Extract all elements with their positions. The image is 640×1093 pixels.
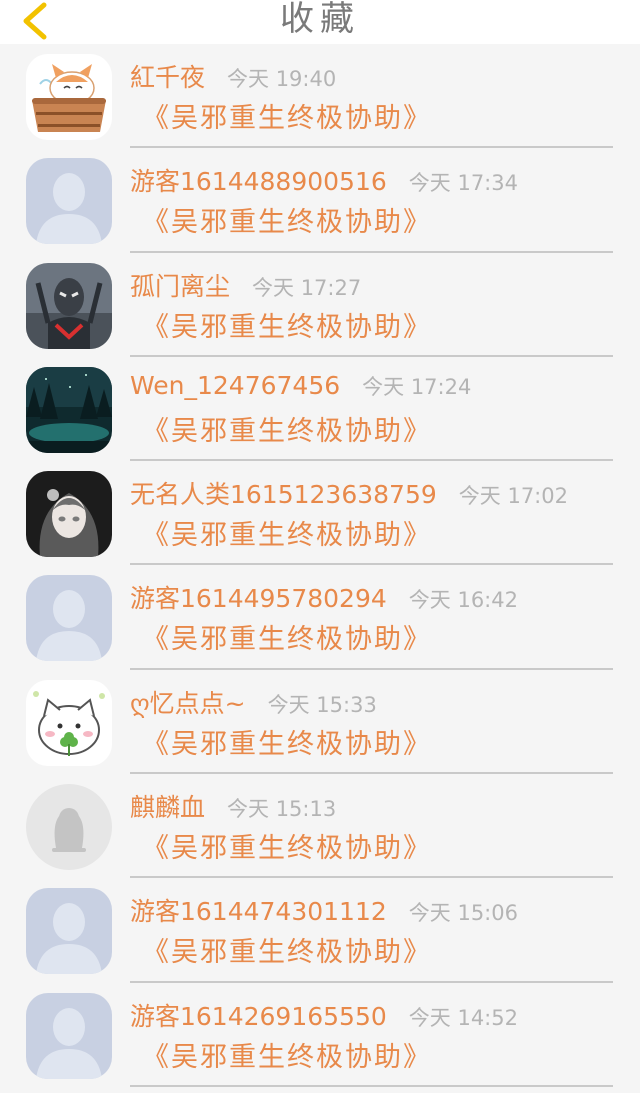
default-user-avatar	[26, 575, 112, 662]
list-item[interactable]: 孤门离尘 今天 17:27 《吴邪重生终极协助》	[0, 253, 640, 357]
penguin-default-avatar	[26, 784, 112, 871]
item-meta: 麒麟血 今天 15:13	[130, 788, 336, 824]
user-name: 游客1614495780294	[130, 584, 387, 614]
item-meta: 游客1614474301112 今天 15:06	[130, 892, 518, 928]
user-name: 紅千夜	[130, 63, 206, 92]
page-title: 收藏	[280, 0, 360, 39]
book-title: 《吴邪重生终极协助》	[142, 415, 432, 447]
cat-in-tub-avatar	[26, 54, 112, 140]
timestamp: 今天 17:24	[362, 374, 472, 399]
user-name: ღ忆点点~	[130, 688, 246, 718]
list-item[interactable]: 麒麟血 今天 15:13 《吴邪重生终极协助》	[0, 774, 640, 879]
book-title: 《吴邪重生终极协助》	[142, 728, 432, 760]
item-meta: 游客1614488900516 今天 17:34	[130, 162, 518, 198]
timestamp: 今天 19:40	[227, 67, 337, 91]
user-name: 游客1614269165550	[130, 1001, 387, 1031]
list-item[interactable]: 游客1614488900516 今天 17:34 《吴邪重生终极协助》	[0, 148, 640, 253]
timestamp: 今天 15:06	[408, 901, 518, 926]
book-title: 《吴邪重生终极协助》	[142, 103, 432, 134]
timestamp: 今天 17:27	[252, 275, 362, 300]
book-title: 《吴邪重生终极协助》	[142, 1041, 432, 1073]
list-item[interactable]: 紅千夜 今天 19:40 《吴邪重生终极协助》	[0, 44, 640, 149]
timestamp: 今天 15:33	[267, 692, 377, 717]
user-name: 麒麟血	[130, 793, 206, 823]
timestamp: 今天 15:13	[227, 797, 337, 822]
timestamp: 今天 17:34	[408, 171, 518, 196]
user-name: 游客1614488900516	[130, 167, 387, 197]
book-title: 《吴邪重生终极协助》	[142, 520, 432, 552]
book-title: 《吴邪重生终极协助》	[142, 833, 432, 865]
default-user-avatar	[26, 158, 112, 245]
item-meta: 孤门离尘 今天 17:27	[130, 267, 361, 303]
timestamp: 今天 14:52	[408, 1005, 518, 1030]
default-user-avatar	[26, 888, 112, 975]
item-meta: Wen_124767456 今天 17:24	[130, 371, 471, 401]
book-title: 《吴邪重生终极协助》	[142, 311, 432, 343]
item-meta: 游客1614269165550 今天 14:52	[130, 997, 518, 1033]
item-meta: 无名人类1615123638759 今天 17:02	[130, 475, 568, 511]
item-meta: 游客1614495780294 今天 16:42	[130, 579, 518, 615]
list-item[interactable]: 游客1614495780294 今天 16:42 《吴邪重生终极协助》	[0, 565, 640, 670]
item-meta: ღ忆点点~ 今天 15:33	[130, 684, 377, 720]
user-name: Wen_124767456	[130, 370, 341, 400]
night-forest-avatar	[26, 366, 112, 453]
user-name: 无名人类1615123638759	[130, 480, 437, 510]
divider	[130, 1084, 613, 1087]
top-bar: 收藏	[0, 0, 640, 44]
list-item[interactable]: 游客1614474301112 今天 15:06 《吴邪重生终极协助》	[0, 878, 640, 983]
list-item[interactable]: Wen_124767456 今天 17:24 《吴邪重生终极协助》	[0, 357, 640, 462]
user-name: 孤门离尘	[130, 271, 231, 301]
book-title: 《吴邪重生终极协助》	[142, 624, 432, 656]
list-item[interactable]: 无名人类1615123638759 今天 17:02 《吴邪重生终极协助》	[0, 461, 640, 566]
list-item[interactable]: 游客1614269165550 今天 14:52 《吴邪重生终极协助》	[0, 983, 640, 1087]
anime-girl-avatar	[26, 471, 112, 558]
book-title: 《吴邪重生终极协助》	[142, 207, 432, 239]
book-title: 《吴邪重生终极协助》	[142, 937, 432, 969]
timestamp: 今天 17:02	[458, 484, 568, 509]
favorites-list: 紅千夜 今天 19:40 《吴邪重生终极协助》 游客1614488900516 今天…	[0, 44, 640, 1087]
timestamp: 今天 16:42	[408, 588, 518, 613]
default-user-avatar	[26, 992, 112, 1079]
list-item[interactable]: ღ忆点点~ 今天 15:33 《吴邪重生终极协助》	[0, 670, 640, 775]
item-meta: 紅千夜 今天 19:40	[130, 58, 336, 94]
cute-cat-clover-avatar	[26, 679, 112, 766]
user-name: 游客1614474301112	[130, 897, 387, 927]
armored-hero-avatar	[26, 262, 112, 349]
